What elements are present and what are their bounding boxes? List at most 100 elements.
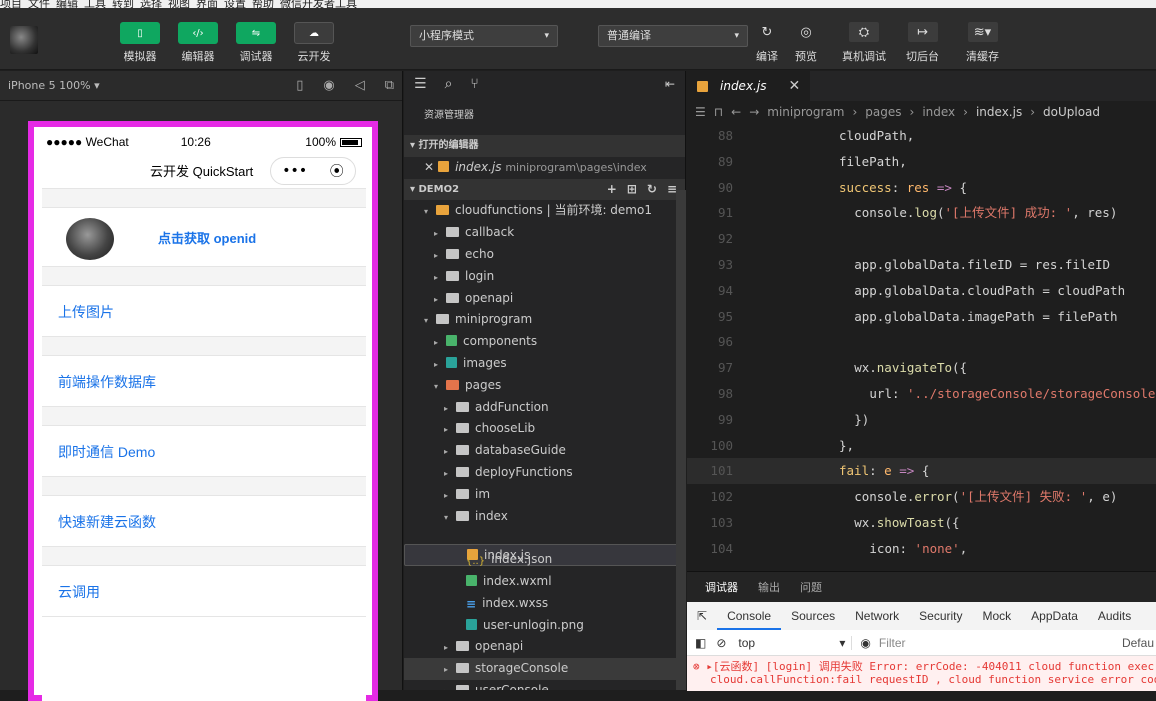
- code-line[interactable]: 91 console.log('[上传文件] 成功: ', res): [687, 200, 1156, 226]
- tree-item[interactable]: ▸ deployFunctions: [404, 462, 685, 484]
- menu-item[interactable]: 文件: [28, 0, 50, 8]
- tree-item[interactable]: ▸ images: [404, 353, 685, 375]
- tree-item[interactable]: ▾ pages: [404, 375, 685, 397]
- tree-item[interactable]: ≡ index.wxss: [404, 593, 685, 615]
- menu-item[interactable]: 选择: [140, 0, 162, 8]
- tab-index-js[interactable]: index.js ✕: [687, 71, 811, 101]
- inspect-icon[interactable]: ⇱: [687, 609, 717, 623]
- project-header[interactable]: ▾ DEMO2 + ⊞ ↻ ≡: [404, 178, 685, 201]
- back-icon[interactable]: ←: [731, 105, 741, 119]
- tree-item[interactable]: ▸ userConsole: [404, 680, 685, 690]
- menu-item[interactable]: 帮助: [252, 0, 274, 8]
- open-editor-item[interactable]: ✕ index.js miniprogram\pages\index: [404, 157, 685, 179]
- close-icon[interactable]: ✕: [424, 160, 434, 174]
- code-line[interactable]: 94 app.globalData.cloudPath = cloudPath: [687, 278, 1156, 304]
- menu-item[interactable]: 工具: [84, 0, 106, 8]
- editor-button[interactable]: ‹/› 编辑器: [178, 22, 218, 64]
- tree-item[interactable]: ▸ components: [404, 331, 685, 353]
- simulator-button[interactable]: ▯ 模拟器: [120, 22, 160, 64]
- tab-mock[interactable]: Mock: [973, 609, 1022, 623]
- filter-input[interactable]: Filter: [879, 636, 1049, 650]
- get-openid-button[interactable]: 点击获取 openid: [158, 228, 256, 247]
- code-line[interactable]: 93 app.globalData.fileID = res.fileID: [687, 252, 1156, 278]
- tree-item[interactable]: ▸ storageConsole: [404, 658, 685, 680]
- volume-icon[interactable]: ◁: [355, 78, 365, 93]
- tree-item[interactable]: ▸ im: [404, 484, 685, 506]
- menu-item-3[interactable]: 快速新建云函数: [42, 495, 366, 547]
- breadcrumb-item[interactable]: index: [922, 105, 955, 119]
- tree-item[interactable]: index.wxml: [404, 571, 685, 593]
- explorer-scrollbar[interactable]: [676, 190, 686, 690]
- close-circle-icon[interactable]: ⦿: [330, 161, 344, 181]
- code-line[interactable]: 100},: [687, 433, 1156, 459]
- tree-item[interactable]: ▸ echo: [404, 244, 685, 266]
- debug-tab[interactable]: 调试器: [705, 579, 738, 595]
- breadcrumb-item[interactable]: pages: [865, 105, 901, 119]
- record-icon[interactable]: ◉: [323, 78, 334, 93]
- clear-console-icon[interactable]: ⊘: [716, 636, 726, 650]
- sidebar-toggle-icon[interactable]: ◧: [695, 636, 706, 650]
- menu-item[interactable]: 视图: [168, 0, 190, 8]
- open-editors-header[interactable]: ▾ 打开的编辑器: [404, 135, 685, 157]
- code-line[interactable]: 92: [687, 226, 1156, 252]
- code-area[interactable]: 88 cloudPath, 89 filePath, 90 success: res =>…: [687, 123, 1156, 562]
- tree-item[interactable]: ▸ databaseGuide: [404, 440, 685, 462]
- openid-section[interactable]: 点击获取 openid: [42, 207, 366, 267]
- background-button[interactable]: ↦ 切后台: [906, 22, 939, 64]
- window-icon[interactable]: ⧉: [385, 78, 394, 93]
- forward-icon[interactable]: →: [749, 105, 759, 119]
- tree-item[interactable]: ▸ callback: [404, 222, 685, 244]
- compile-select[interactable]: 普通编译 ▾: [598, 25, 748, 47]
- tab-sources[interactable]: Sources: [781, 609, 845, 623]
- code-line[interactable]: 99}): [687, 407, 1156, 433]
- code-line[interactable]: 98 url: '../storageConsole/storageConsole…: [687, 381, 1156, 407]
- tree-item[interactable]: ▸ openapi: [404, 288, 685, 310]
- tree-item[interactable]: ▾ index: [404, 506, 685, 528]
- code-line[interactable]: 90 success: res => {: [687, 175, 1156, 201]
- remote-debug-button[interactable]: ⛭ 真机调试: [842, 22, 886, 64]
- levels-select[interactable]: Defau: [1122, 636, 1156, 650]
- phone-icon[interactable]: ▯: [296, 78, 303, 93]
- files-icon[interactable]: ☰: [414, 76, 427, 92]
- code-line[interactable]: 89 filePath,: [687, 149, 1156, 175]
- code-line[interactable]: 103 wx.showToast({: [687, 510, 1156, 536]
- tab-audits[interactable]: Audits: [1088, 609, 1141, 623]
- new-file-icon[interactable]: +: [607, 179, 617, 201]
- tree-item[interactable]: user-unlogin.png: [404, 615, 685, 637]
- preview-button[interactable]: ◎ 预览: [791, 22, 821, 64]
- breadcrumb-item[interactable]: index.js: [976, 105, 1022, 119]
- menu-item-1[interactable]: 前端操作数据库: [42, 355, 366, 407]
- outline-icon[interactable]: ☰: [695, 105, 706, 119]
- context-select[interactable]: top ▾: [732, 635, 853, 650]
- menu-item[interactable]: 项目: [0, 0, 22, 8]
- tab-network[interactable]: Network: [845, 609, 909, 623]
- menu-item-4[interactable]: 云调用: [42, 565, 366, 617]
- menu-item[interactable]: 编辑: [56, 0, 78, 8]
- code-line[interactable]: 101 fail: e => {: [687, 458, 1156, 485]
- clear-cache-button[interactable]: ≋▾ 清缓存: [966, 22, 999, 64]
- code-line[interactable]: 96: [687, 329, 1156, 355]
- menu-item[interactable]: 设置: [224, 0, 246, 8]
- tree-item[interactable]: ▸ chooseLib: [404, 418, 685, 440]
- new-folder-icon[interactable]: ⊞: [627, 179, 637, 201]
- compile-button[interactable]: ↻ 编译: [752, 22, 782, 64]
- tree-item[interactable]: ▸ addFunction: [404, 397, 685, 419]
- eye-icon[interactable]: ◉: [860, 636, 870, 650]
- tab-console[interactable]: Console: [717, 602, 782, 630]
- debug-tab[interactable]: 输出: [758, 579, 780, 595]
- device-select[interactable]: iPhone 5 100% ▾: [8, 79, 100, 92]
- code-line[interactable]: 102 console.error('[上传文件] 失败: ', e): [687, 484, 1156, 510]
- tree-item[interactable]: ▾ miniprogram: [404, 309, 685, 331]
- breadcrumb-item[interactable]: doUpload: [1043, 105, 1100, 119]
- menu-item-0[interactable]: 上传图片: [42, 285, 366, 337]
- debugger-button[interactable]: ⇋ 调试器: [236, 22, 276, 64]
- menu-item[interactable]: 微信开发者工具: [280, 0, 357, 8]
- menu-item[interactable]: 界面: [196, 0, 218, 8]
- debug-tab[interactable]: 问题: [800, 579, 822, 595]
- close-icon[interactable]: ✕: [788, 78, 800, 94]
- tree-item[interactable]: {..} index.json: [404, 549, 685, 571]
- tree-item[interactable]: ▾ cloudfunctions | 当前环境: demo1: [404, 200, 685, 222]
- tree-item[interactable]: ▸ openapi: [404, 636, 685, 658]
- cloud-dev-button[interactable]: ☁ 云开发: [294, 22, 334, 64]
- code-line[interactable]: 97 wx.navigateTo({: [687, 355, 1156, 381]
